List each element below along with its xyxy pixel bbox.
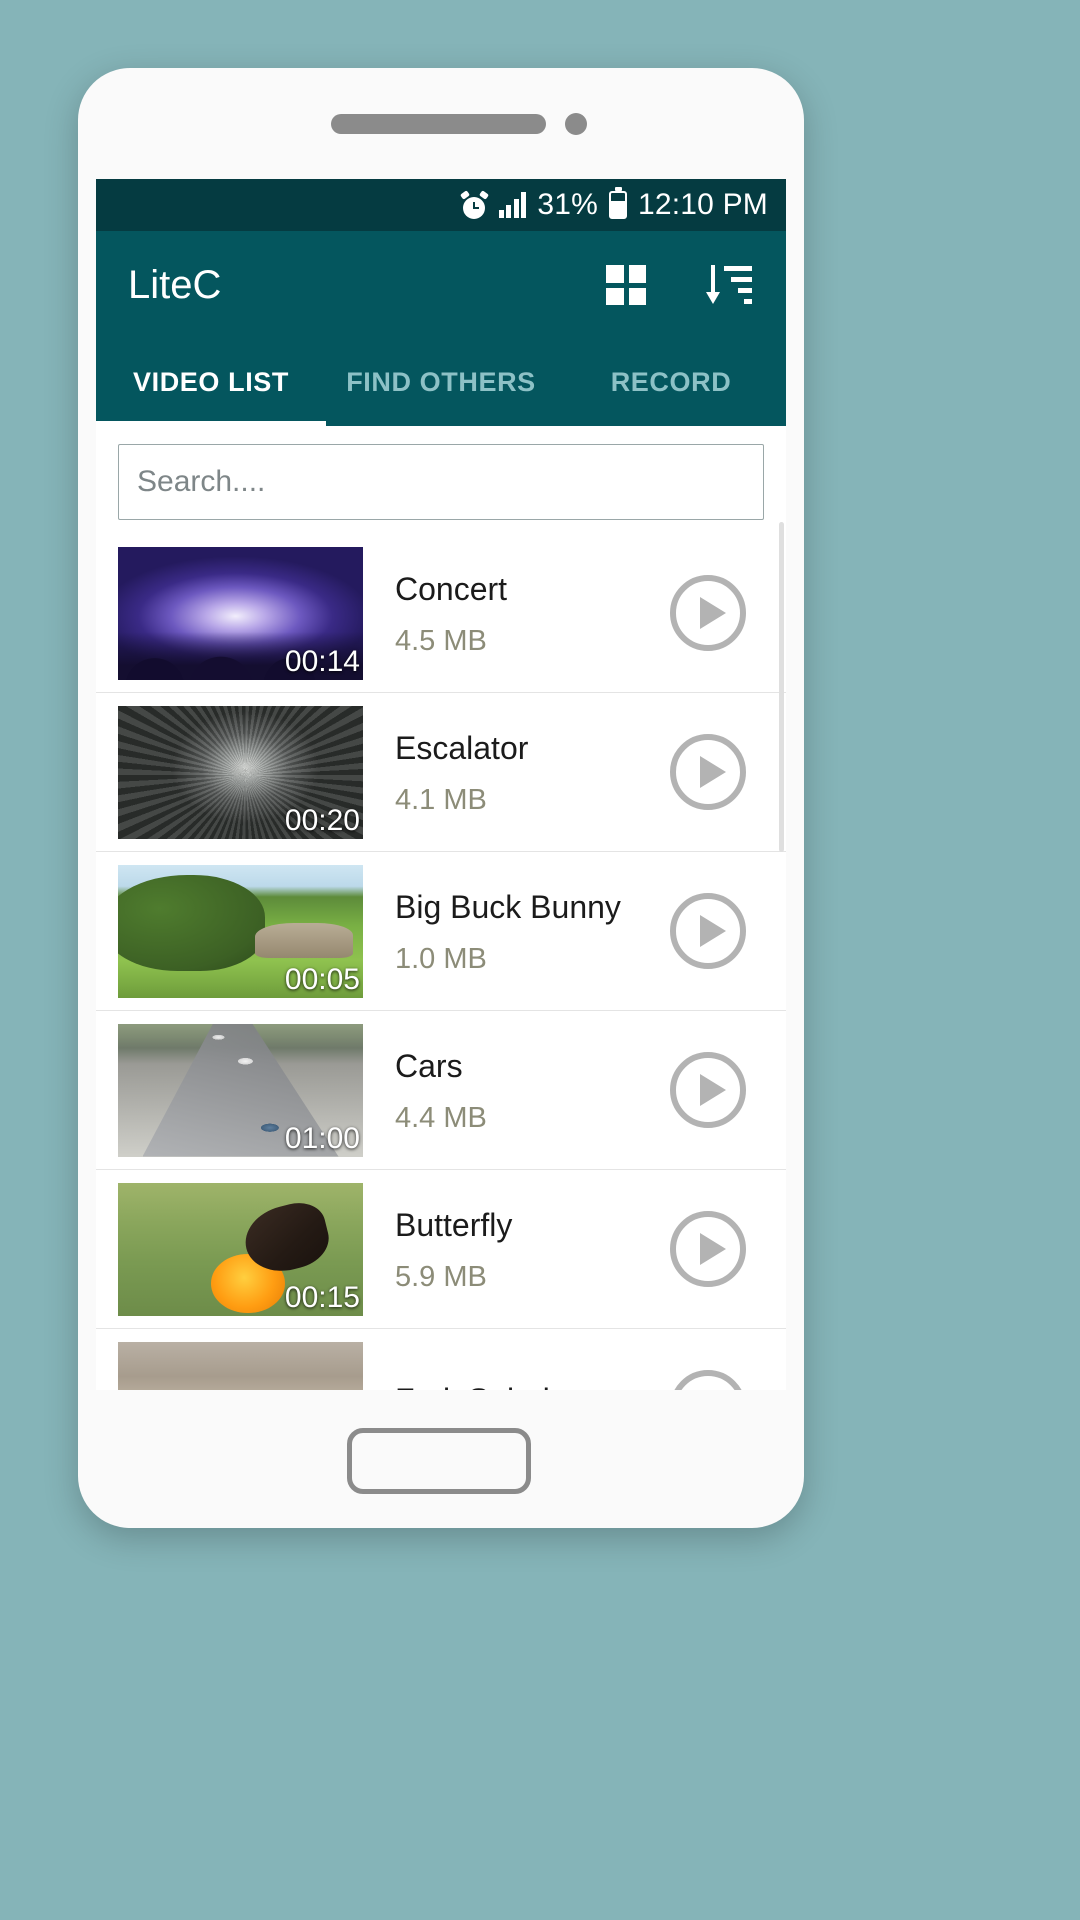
tab-find-others[interactable]: FIND OTHERS [326, 339, 556, 426]
app-title: LiteC [128, 262, 222, 307]
phone-front-camera [565, 113, 587, 135]
table-row[interactable]: 00:05 Big Buck Bunny 1.0 MB [96, 852, 786, 1011]
play-button[interactable] [670, 575, 746, 651]
video-size: 4.5 MB [395, 624, 487, 657]
tab-find-others-label: FIND OTHERS [346, 367, 536, 397]
video-thumbnail[interactable]: 01:00 [118, 1023, 363, 1157]
duration-badge: 00:15 [284, 1280, 360, 1314]
video-meta: Escalator 4.1 MB [363, 728, 670, 817]
table-row[interactable]: 00:14 Concert 4.5 MB [96, 534, 786, 693]
video-thumbnail[interactable] [118, 1341, 363, 1390]
video-title: Butterfly [395, 1206, 513, 1243]
phone-screen: 31% 12:10 PM LiteC VIDEO LIST FIND OTHER… [96, 179, 786, 1390]
thumbnail-art [118, 1341, 363, 1390]
video-meta: Butterfly 5.9 MB [363, 1205, 670, 1294]
duration-badge: 00:05 [284, 962, 360, 996]
video-size: 1.0 MB [395, 942, 487, 975]
video-title: Fruit Salad [395, 1380, 670, 1390]
table-row[interactable]: Fruit Salad [96, 1329, 786, 1390]
video-thumbnail[interactable]: 00:05 [118, 864, 363, 998]
play-button[interactable] [670, 1211, 746, 1287]
video-size: 5.9 MB [395, 1260, 487, 1293]
tab-video-list-label: VIDEO LIST [132, 367, 290, 397]
video-meta: Cars 4.4 MB [363, 1046, 670, 1135]
grid-view-icon [606, 265, 646, 305]
battery-icon [608, 187, 627, 219]
table-row[interactable]: 00:20 Escalator 4.1 MB [96, 693, 786, 852]
search-input[interactable] [118, 444, 764, 520]
home-button[interactable] [347, 1428, 531, 1494]
duration-badge: 01:00 [284, 1121, 360, 1155]
table-row[interactable]: 01:00 Cars 4.4 MB [96, 1011, 786, 1170]
sort-button[interactable] [646, 264, 752, 306]
video-thumbnail[interactable]: 00:20 [118, 705, 363, 839]
alarm-icon [459, 189, 489, 219]
video-size: 4.1 MB [395, 783, 487, 816]
video-meta: Concert 4.5 MB [363, 569, 670, 658]
play-button[interactable] [670, 1370, 746, 1390]
video-size: 4.4 MB [395, 1101, 487, 1134]
phone-speaker [331, 114, 546, 134]
sort-descending-icon [704, 264, 752, 306]
tab-record[interactable]: RECORD [556, 339, 786, 426]
table-row[interactable]: 00:15 Butterfly 5.9 MB [96, 1170, 786, 1329]
video-thumbnail[interactable]: 00:15 [118, 1182, 363, 1316]
tab-video-list[interactable]: VIDEO LIST [96, 339, 326, 426]
play-button[interactable] [670, 1052, 746, 1128]
video-title: Cars [395, 1047, 463, 1084]
signal-bars-icon [498, 192, 527, 218]
tab-bar: VIDEO LIST FIND OTHERS RECORD [96, 339, 786, 426]
play-button[interactable] [670, 734, 746, 810]
video-list: 00:14 Concert 4.5 MB 00:20 Escalator 4.1… [96, 534, 786, 1390]
search-container [96, 426, 786, 534]
duration-badge: 00:14 [284, 644, 360, 678]
status-bar: 31% 12:10 PM [96, 179, 786, 231]
battery-percent-label: 31% [537, 188, 598, 221]
clock-label: 12:10 PM [637, 188, 768, 221]
content-area: 00:14 Concert 4.5 MB 00:20 Escalator [96, 426, 786, 1390]
phone-frame: 31% 12:10 PM LiteC VIDEO LIST FIND OTHER… [78, 68, 804, 1528]
app-bar: LiteC [96, 231, 786, 339]
duration-badge: 00:20 [284, 803, 360, 837]
video-title: Concert [395, 570, 508, 607]
video-meta: Fruit Salad [363, 1380, 670, 1390]
video-title: Big Buck Bunny [395, 888, 621, 925]
video-title: Escalator [395, 729, 529, 766]
grid-view-button[interactable] [606, 265, 646, 305]
video-thumbnail[interactable]: 00:14 [118, 546, 363, 680]
video-meta: Big Buck Bunny 1.0 MB [363, 887, 670, 976]
play-button[interactable] [670, 893, 746, 969]
tab-record-label: RECORD [610, 367, 732, 397]
scrollbar[interactable] [779, 522, 784, 852]
